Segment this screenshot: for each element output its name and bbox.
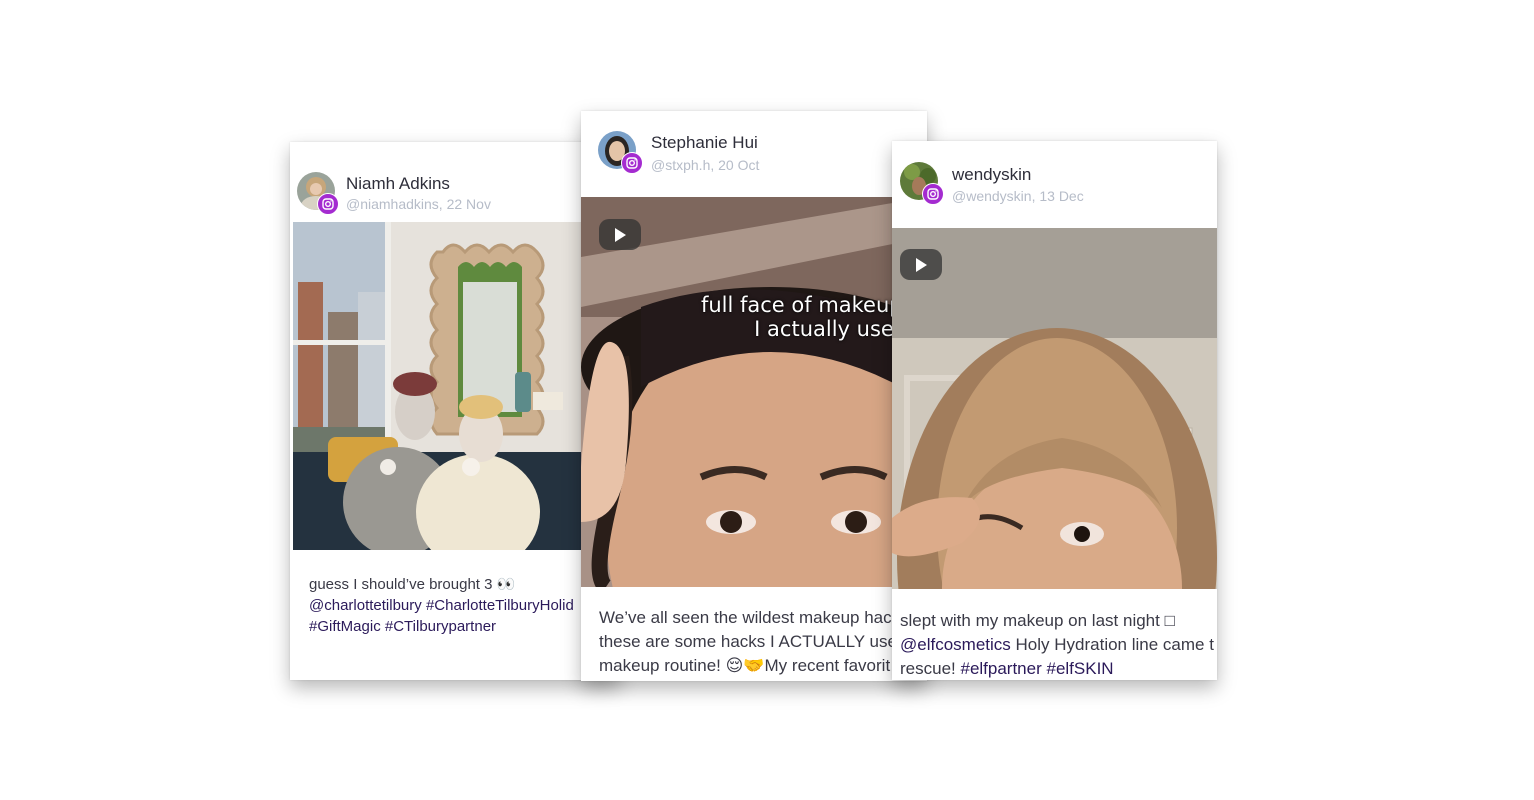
post-header: Niamh Adkins @niamhadkins, 22 Nov [290, 142, 620, 222]
post-card-niamh[interactable]: Niamh Adkins @niamhadkins, 22 Nov guess … [290, 142, 620, 680]
caption-line: these are some hacks I ACTUALLY use [599, 632, 897, 651]
instagram-icon [317, 193, 339, 215]
author-handle-date: @niamhadkins, 22 Nov [346, 196, 491, 212]
caption-line: We’ve all seen the wildest makeup hac [599, 608, 892, 627]
author-handle-date: @wendyskin, 13 Dec [952, 188, 1084, 204]
hashtag-link[interactable]: #CTilburypartner [385, 618, 496, 635]
post-card-wendyskin[interactable]: wendyskin @wendyskin, 13 Dec slept with … [892, 141, 1217, 680]
post-header: Stephanie Hui @stxph.h, 20 Oct [581, 111, 927, 197]
hashtag-link[interactable]: #elfpartner [960, 659, 1041, 678]
hashtag-link[interactable]: #elfSKIN [1047, 659, 1114, 678]
post-caption: We’ve all seen the wildest makeup hac th… [599, 606, 897, 678]
caption-line: rescue! #elfpartner #elfSKIN [900, 657, 1214, 680]
caption-text: Holy Hydration line came t [1010, 635, 1214, 654]
author-name[interactable]: Niamh Adkins [346, 174, 450, 194]
overlay-line: I actually use [754, 317, 894, 341]
author-handle-date: @stxph.h, 20 Oct [651, 157, 760, 173]
author-name[interactable]: Stephanie Hui [651, 133, 758, 153]
caption-line: makeup routine! 😌🤝My recent favorit [599, 656, 891, 675]
play-icon [615, 227, 626, 242]
caption-text: rescue! [900, 659, 961, 678]
play-icon [916, 257, 927, 272]
post-card-stephanie[interactable]: Stephanie Hui @stxph.h, 20 Oct full face… [581, 111, 927, 681]
author-name[interactable]: wendyskin [952, 165, 1031, 185]
post-image[interactable] [293, 222, 583, 550]
caption-line: guess I should’ve brought 3 👀 [309, 576, 516, 593]
play-button[interactable] [900, 249, 942, 280]
hashtag-link[interactable]: #GiftMagic [309, 618, 381, 635]
mention-link[interactable]: @elfcosmetics [900, 635, 1011, 654]
post-video[interactable]: full face of makeup hac I actually use [581, 197, 927, 587]
hashtag-link[interactable]: #CharlotteTilburyHolid [426, 597, 574, 614]
instagram-icon [621, 152, 643, 174]
post-caption: slept with my makeup on last night □ @el… [900, 609, 1214, 680]
video-overlay-text: full face of makeup hac I actually use [581, 293, 927, 341]
post-caption: guess I should’ve brought 3 👀 @charlotte… [309, 574, 574, 637]
overlay-line: full face of makeup hac [700, 293, 927, 317]
mention-link[interactable]: @charlottetilbury [309, 597, 422, 614]
caption-line: @charlottetilbury #CharlotteTilburyHolid [309, 595, 574, 616]
caption-line: slept with my makeup on last night □ [900, 611, 1175, 630]
caption-line: @elfcosmetics Holy Hydration line came t [900, 633, 1214, 657]
instagram-icon [922, 183, 944, 205]
post-header: wendyskin @wendyskin, 13 Dec [892, 141, 1217, 228]
play-button[interactable] [599, 219, 641, 250]
post-video[interactable] [892, 228, 1217, 589]
caption-line: #GiftMagic #CTilburypartner [309, 616, 574, 637]
